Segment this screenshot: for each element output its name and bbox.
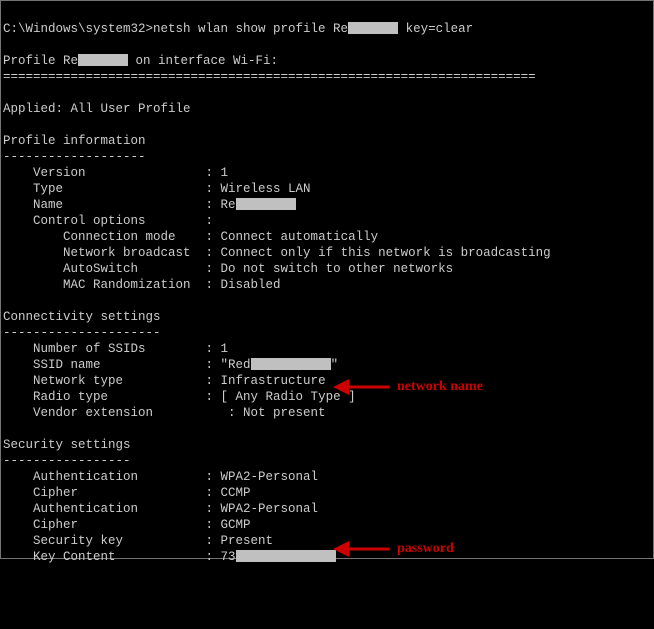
kv-key: Authentication : <box>3 502 221 516</box>
kv-row: Authentication : WPA2-Personal <box>3 470 318 484</box>
kv-row: Radio type : [ Any Radio Type ] <box>3 390 356 404</box>
kv-row: SSID name : "Red " <box>3 358 338 372</box>
kv-row: Number of SSIDs : 1 <box>3 342 228 356</box>
kv-value: WPA2-Personal <box>221 502 319 516</box>
kv-key: Cipher : <box>3 518 221 532</box>
section-divider: ------------------- <box>3 150 146 164</box>
kv-row: Authentication : WPA2-Personal <box>3 502 318 516</box>
kv-key: Security key : <box>3 534 221 548</box>
kv-row: Cipher : CCMP <box>3 486 251 500</box>
kv-key: Name : <box>3 198 221 212</box>
kv-row: Control options : <box>3 214 213 228</box>
arrow-left-icon <box>331 538 391 560</box>
section-header-connectivity: Connectivity settings <box>3 310 161 324</box>
kv-key: Type : <box>3 182 221 196</box>
kv-key: Version : <box>3 166 221 180</box>
kv-key: Number of SSIDs : <box>3 342 221 356</box>
kv-key: Cipher : <box>3 486 221 500</box>
kv-value: 1 <box>221 342 229 356</box>
annotation-label: password <box>397 541 454 557</box>
redaction-block <box>78 54 128 66</box>
kv-row: AutoSwitch : Do not switch to other netw… <box>3 262 453 276</box>
kv-value: GCMP <box>221 518 251 532</box>
section-header-security: Security settings <box>3 438 131 452</box>
profile-header: Profile Re on interface Wi-Fi: <box>3 54 278 68</box>
kv-value: WPA2-Personal <box>221 470 319 484</box>
kv-key: Key Content : <box>3 550 221 564</box>
kv-value: Connect automatically <box>221 230 379 244</box>
profile-header-part2: on interface Wi-Fi: <box>128 54 278 68</box>
kv-key: SSID name : <box>3 358 221 372</box>
kv-key: Vendor extension : <box>3 406 243 420</box>
annotation-label: network name <box>397 379 483 395</box>
kv-value: CCMP <box>221 486 251 500</box>
kv-value: [ Any Radio Type ] <box>221 390 356 404</box>
kv-key: MAC Randomization : <box>3 278 221 292</box>
redaction-block <box>348 22 398 34</box>
kv-row: Vendor extension : Not present <box>3 406 326 420</box>
redaction-block <box>236 550 336 562</box>
kv-value: Not present <box>243 406 326 420</box>
kv-value: Present <box>221 534 274 548</box>
section-header-profile: Profile information <box>3 134 146 148</box>
command-text-part2: key=clear <box>398 22 473 36</box>
kv-value: Do not switch to other networks <box>221 262 454 276</box>
kv-value: Connect only if this network is broadcas… <box>221 246 551 260</box>
section-divider: ----------------- <box>3 454 131 468</box>
divider-line: ========================================… <box>3 70 536 84</box>
kv-row: Connection mode : Connect automatically <box>3 230 378 244</box>
kv-value: 73 <box>221 550 236 564</box>
profile-header-part1: Profile Re <box>3 54 78 68</box>
kv-key: Connection mode : <box>3 230 221 244</box>
kv-key: Authentication : <box>3 470 221 484</box>
section-divider: --------------------- <box>3 326 161 340</box>
redaction-block <box>251 358 331 370</box>
kv-row: Cipher : GCMP <box>3 518 251 532</box>
kv-row: Key Content : 73 <box>3 550 336 564</box>
kv-row: Type : Wireless LAN <box>3 182 311 196</box>
kv-row: MAC Randomization : Disabled <box>3 278 281 292</box>
kv-row: Security key : Present <box>3 534 273 548</box>
kv-value: Disabled <box>221 278 281 292</box>
kv-row: Version : 1 <box>3 166 228 180</box>
kv-row: Name : Re <box>3 198 296 212</box>
kv-key: Network broadcast : <box>3 246 221 260</box>
kv-value: Re <box>221 198 236 212</box>
kv-row: Network broadcast : Connect only if this… <box>3 246 551 260</box>
redaction-block <box>236 198 296 210</box>
kv-row: Network type : Infrastructure <box>3 374 326 388</box>
kv-value: "Red <box>221 358 251 372</box>
command-line: C:\Windows\system32>netsh wlan show prof… <box>3 22 473 36</box>
kv-value: Infrastructure <box>221 374 326 388</box>
kv-key: Network type : <box>3 374 221 388</box>
kv-key: Radio type : <box>3 390 221 404</box>
applied-line: Applied: All User Profile <box>3 102 191 116</box>
kv-value: 1 <box>221 166 229 180</box>
terminal-window[interactable]: C:\Windows\system32>netsh wlan show prof… <box>0 0 654 559</box>
kv-key: AutoSwitch : <box>3 262 221 276</box>
kv-value: Wireless LAN <box>221 182 311 196</box>
annotation-password: password <box>331 538 454 560</box>
prompt-path: C:\Windows\system32> <box>3 22 153 36</box>
kv-value-end: " <box>331 358 339 372</box>
command-text-part1: netsh wlan show profile Re <box>153 22 348 36</box>
